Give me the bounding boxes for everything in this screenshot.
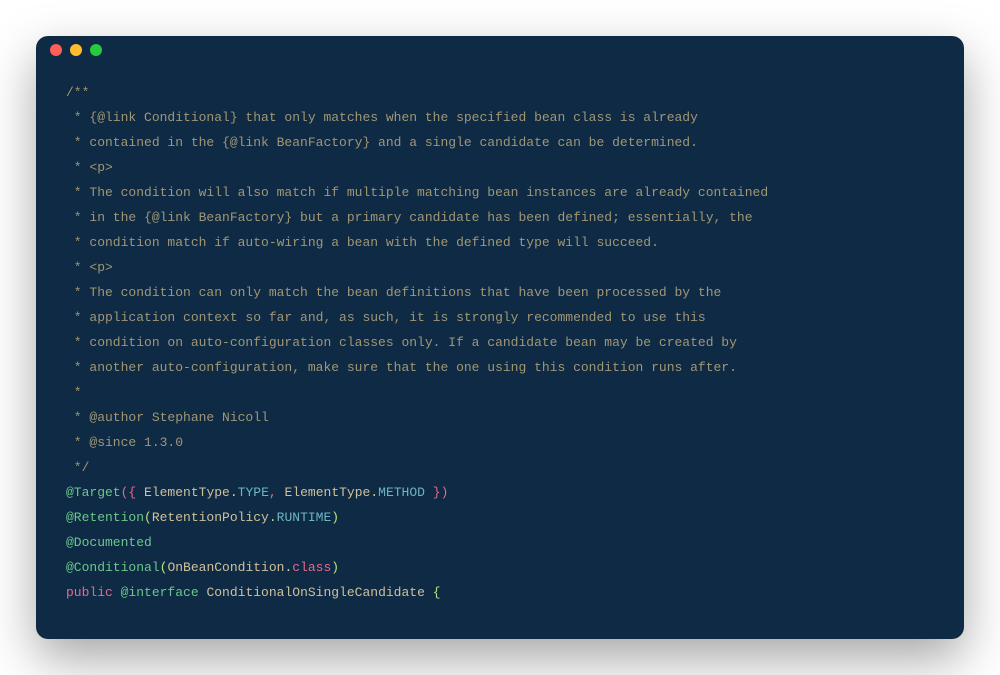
space (425, 585, 433, 600)
javadoc-line: * another auto-configuration, make sure … (66, 360, 737, 375)
code-editor: /** * {@link Conditional} that only matc… (36, 64, 964, 639)
javadoc-line: * condition on auto-configuration classe… (66, 335, 737, 350)
window-titlebar (36, 36, 964, 64)
javadoc-line: * (66, 385, 82, 400)
dot-token: . (230, 485, 238, 500)
punct-token: ({ (121, 485, 137, 500)
javadoc-line: * condition match if auto-wiring a bean … (66, 235, 659, 250)
space (277, 485, 285, 500)
paren-token: ) (331, 510, 339, 525)
minimize-icon[interactable] (70, 44, 82, 56)
class-token: ConditionalOnSingleCandidate (206, 585, 424, 600)
code-line: @Conditional(OnBeanCondition.class) (66, 560, 339, 575)
keyword-token: @interface (121, 585, 199, 600)
class-token: ElementType (285, 485, 371, 500)
code-line: public @interface ConditionalOnSingleCan… (66, 585, 441, 600)
keyword-token: public (66, 585, 113, 600)
annotation-token: @Retention (66, 510, 144, 525)
paren-token: ( (144, 510, 152, 525)
space (113, 585, 121, 600)
javadoc-line: * application context so far and, as suc… (66, 310, 706, 325)
brace-token: { (433, 585, 441, 600)
class-token: ElementType (144, 485, 230, 500)
annotation-token: @Documented (66, 535, 152, 550)
keyword-token: class (292, 560, 331, 575)
annotation-token: @Conditional (66, 560, 160, 575)
comma-token: , (269, 485, 277, 500)
member-token: METHOD (378, 485, 425, 500)
javadoc-line: * The condition will also match if multi… (66, 185, 768, 200)
javadoc-line: * <p> (66, 260, 113, 275)
punct-token: }) (433, 485, 449, 500)
javadoc-line: * The condition can only match the bean … (66, 285, 721, 300)
code-line: @Target({ ElementType.TYPE, ElementType.… (66, 485, 448, 500)
javadoc-line: */ (66, 460, 89, 475)
member-token: RUNTIME (277, 510, 332, 525)
class-token: OnBeanCondition (167, 560, 284, 575)
code-line: @Retention(RetentionPolicy.RUNTIME) (66, 510, 339, 525)
dot-token: . (370, 485, 378, 500)
space (425, 485, 433, 500)
member-token: TYPE (238, 485, 269, 500)
annotation-token: @Target (66, 485, 121, 500)
paren-token: ) (331, 560, 339, 575)
close-icon[interactable] (50, 44, 62, 56)
code-window: /** * {@link Conditional} that only matc… (36, 36, 964, 639)
javadoc-line: * {@link Conditional} that only matches … (66, 110, 698, 125)
zoom-icon[interactable] (90, 44, 102, 56)
javadoc-line: /** (66, 85, 89, 100)
javadoc-line: * in the {@link BeanFactory} but a prima… (66, 210, 753, 225)
dot-token: . (269, 510, 277, 525)
space (136, 485, 144, 500)
code-line: @Documented (66, 535, 152, 550)
javadoc-line: * contained in the {@link BeanFactory} a… (66, 135, 698, 150)
javadoc-line: * <p> (66, 160, 113, 175)
class-token: RetentionPolicy (152, 510, 269, 525)
javadoc-line: * @author Stephane Nicoll (66, 410, 269, 425)
javadoc-line: * @since 1.3.0 (66, 435, 183, 450)
